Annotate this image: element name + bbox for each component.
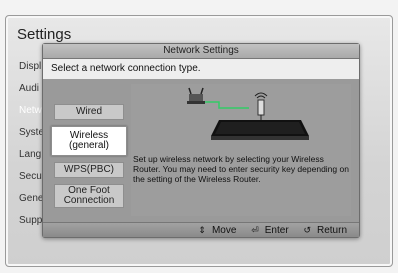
bluray-player-icon: [211, 120, 309, 140]
router-illustration: [187, 87, 309, 140]
dialog-footer: ⇕ Move ⏎ Enter ↺ Return: [43, 222, 359, 237]
connection-type-options: Wired Wireless (general) WPS(PBC) One Fo…: [51, 88, 127, 214]
option-one-foot-connection[interactable]: One Foot Connection: [54, 184, 124, 208]
return-icon: ↺: [303, 225, 311, 235]
enter-icon: ⏎: [251, 225, 259, 235]
network-settings-dialog: Network Settings Select a network connec…: [42, 43, 360, 238]
description-panel: Set up wireless network by selecting you…: [131, 84, 351, 216]
return-hint[interactable]: ↺ Return: [303, 225, 353, 236]
move-hint: ⇕ Move: [198, 225, 237, 236]
enter-hint: ⏎ Enter: [251, 225, 289, 236]
dialog-prompt: Select a network connection type.: [43, 59, 359, 79]
option-wps-pbc[interactable]: WPS(PBC): [54, 162, 124, 178]
option-wireless-general[interactable]: Wireless (general): [51, 126, 127, 156]
option-wired[interactable]: Wired: [54, 104, 124, 120]
wifi-adapter-icon: [254, 92, 268, 120]
option-description: Set up wireless network by selecting you…: [133, 154, 349, 184]
dialog-title: Network Settings: [43, 44, 359, 59]
wireless-router-icon: [187, 87, 249, 109]
move-arrows-icon: ⇕: [198, 225, 206, 235]
page-title: Settings: [17, 26, 72, 43]
